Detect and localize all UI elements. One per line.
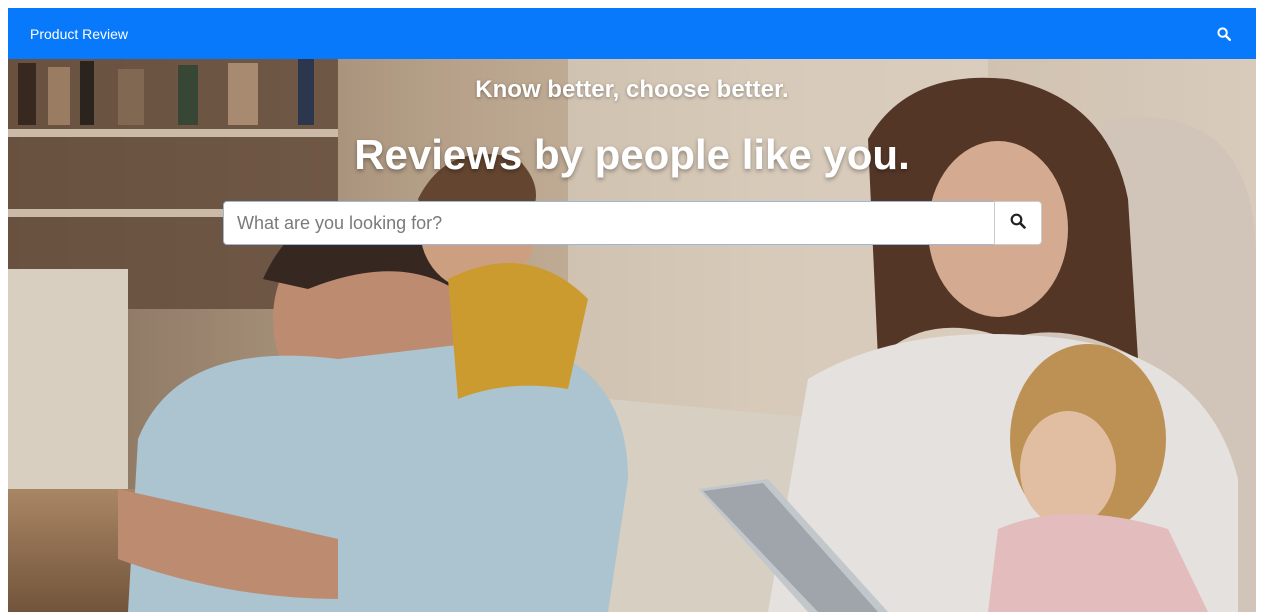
navbar: Product Review <box>8 8 1256 59</box>
search-icon <box>1010 213 1026 234</box>
hero-tagline: Know better, choose better. <box>475 76 789 103</box>
hero-headline: Reviews by people like you. <box>354 131 910 178</box>
search-button[interactable] <box>994 201 1042 245</box>
search-bar <box>223 201 1042 245</box>
hero-section: Know better, choose better. Reviews by p… <box>8 59 1256 612</box>
brand-link[interactable]: Product Review <box>30 26 128 42</box>
page: Product Review Know better, choose bette… <box>8 8 1256 612</box>
navbar-search-icon[interactable] <box>1214 24 1234 44</box>
search-input[interactable] <box>223 201 994 245</box>
